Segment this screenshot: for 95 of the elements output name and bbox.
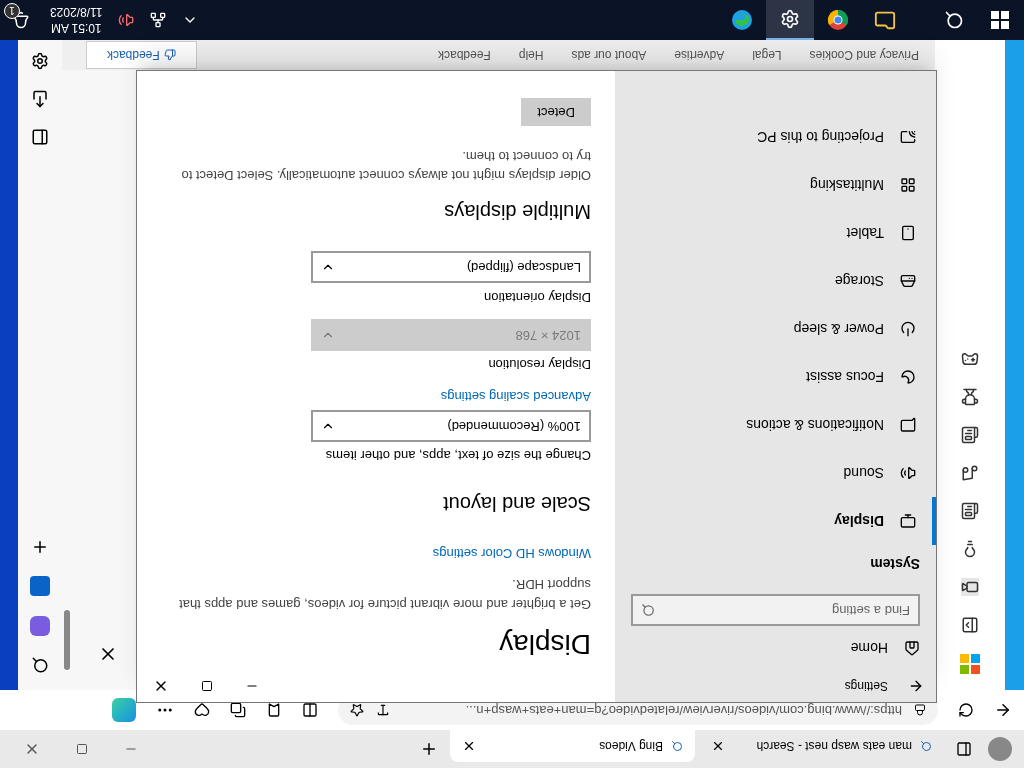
tab-actions-icon[interactable] xyxy=(956,741,972,757)
nav-item-icon xyxy=(900,321,916,337)
search-icon xyxy=(641,603,655,617)
maximize-icon[interactable] xyxy=(201,680,213,692)
settings-link[interactable]: Advanced scaling settings xyxy=(440,386,591,406)
nav-item-icon xyxy=(900,513,916,529)
search-icon xyxy=(671,740,683,752)
notification-badge: 1 xyxy=(4,3,20,19)
nav-item-icon xyxy=(900,129,916,145)
nav-item[interactable]: Focus assist xyxy=(615,353,936,401)
folder-icon[interactable] xyxy=(874,9,896,31)
browser-tab[interactable]: Bing Videos xyxy=(450,730,695,762)
setting-label: Change the size of text, apps, and other items xyxy=(324,447,591,466)
profile-avatar[interactable] xyxy=(988,737,1012,761)
collections-icon[interactable] xyxy=(230,702,246,718)
section-title: System xyxy=(869,555,921,574)
windows-logo-icon[interactable] xyxy=(991,11,1009,29)
chrome-icon[interactable] xyxy=(826,8,850,32)
maximize-icon[interactable] xyxy=(76,743,88,755)
sidebar-nav-icon[interactable] xyxy=(961,388,979,406)
section-heading: Scale and layout xyxy=(442,492,591,518)
feedback-button[interactable]: Feedback xyxy=(86,41,197,69)
settings-icon xyxy=(780,9,800,29)
detect-button[interactable]: Detect xyxy=(521,98,591,127)
sidebar-nav-icon[interactable] xyxy=(961,502,979,520)
share-icon[interactable] xyxy=(31,90,49,108)
footer-link[interactable]: Help xyxy=(518,46,544,64)
section-heading: Multiple displays xyxy=(443,200,591,226)
home-icon xyxy=(904,640,920,656)
home-link[interactable]: Home xyxy=(850,637,888,659)
footer-link[interactable]: Advertise xyxy=(674,46,725,64)
nav-item-icon xyxy=(900,177,916,193)
favorites-icon[interactable] xyxy=(266,702,282,718)
footer-link[interactable]: Legal xyxy=(752,46,782,64)
notifications-icon[interactable] xyxy=(12,11,30,29)
dropdown[interactable]: Landscape (flipped) xyxy=(311,251,591,284)
nav-item[interactable]: Projecting to this PC xyxy=(615,113,936,161)
scrollbar[interactable] xyxy=(64,610,70,670)
thumbs-up-icon xyxy=(163,49,176,61)
new-tab-icon[interactable] xyxy=(420,740,438,758)
network-icon[interactable] xyxy=(150,12,167,28)
essentials-icon[interactable] xyxy=(194,702,210,718)
sidebar-nav-icon[interactable] xyxy=(961,578,979,596)
footer-link[interactable]: About our ads xyxy=(571,46,647,64)
browser-logo-icon[interactable] xyxy=(730,8,754,32)
tab-title: Bing Videos xyxy=(598,738,663,755)
close-tab-icon[interactable] xyxy=(711,739,725,753)
nav-item-icon xyxy=(900,465,916,481)
nav-item[interactable]: Storage xyxy=(615,257,936,305)
search-icon[interactable] xyxy=(944,10,964,30)
dropdown[interactable]: 100% (Recommended) xyxy=(311,410,591,442)
sidebar-nav-icon[interactable] xyxy=(961,426,979,444)
clock-date[interactable]: 11/8/2023 xyxy=(50,4,103,20)
back-icon[interactable] xyxy=(908,678,924,694)
description-text: Older displays might not always connect automatically. Select Detect to try to connect to them. xyxy=(180,148,591,186)
muted-volume-icon[interactable] xyxy=(118,12,135,28)
tab-title: man eats wasp nest - Search xyxy=(755,738,912,755)
setting-label: Display orientation xyxy=(483,289,591,307)
sidebar-nav-icon[interactable] xyxy=(961,464,979,482)
setting-label: Display resolution xyxy=(487,356,591,375)
nav-item[interactable]: Display xyxy=(615,497,936,545)
footer-link[interactable]: Feedback xyxy=(438,46,491,64)
url-text: https://www.bing.com/videos/riverview/relatedvideo?q=man+eats+wasp+n... xyxy=(464,701,902,720)
nav-item[interactable]: Multitasking xyxy=(615,161,936,209)
close-tab-icon[interactable] xyxy=(462,739,476,753)
clock-time[interactable]: 10:51 AM xyxy=(50,20,102,36)
search-field[interactable]: Find a setting xyxy=(631,594,920,626)
active-app-tile[interactable] xyxy=(766,0,814,40)
split-screen-icon[interactable] xyxy=(302,702,318,718)
window-title: Settings xyxy=(844,678,888,695)
search-icon[interactable] xyxy=(31,656,49,674)
page-title: Display xyxy=(498,628,591,662)
nav-item[interactable]: Tablet xyxy=(615,209,936,257)
nav-item[interactable]: Power & sleep xyxy=(615,305,936,353)
footer-link[interactable]: Privacy and Cookies xyxy=(809,46,919,64)
sidebar-nav-icon[interactable] xyxy=(961,616,979,634)
back-icon[interactable] xyxy=(994,701,1012,719)
description-text: Get a brighter and more vibrant picture for videos, games and apps that support HDR. xyxy=(178,576,591,614)
search-icon xyxy=(920,740,932,752)
nav-item-icon xyxy=(900,225,916,241)
microsoft-logo-icon[interactable] xyxy=(960,654,980,674)
read-aloud-icon[interactable] xyxy=(376,703,390,717)
nav-item[interactable]: Sound xyxy=(615,449,936,497)
nav-item-icon xyxy=(900,417,916,433)
favorite-icon[interactable] xyxy=(350,703,364,717)
lock-icon xyxy=(914,704,926,716)
nav-item-icon xyxy=(900,369,916,385)
refresh-icon[interactable] xyxy=(958,702,974,718)
add-icon[interactable] xyxy=(31,538,49,556)
nav-item-icon xyxy=(900,273,916,289)
sidebar-toggle-icon[interactable] xyxy=(31,128,49,146)
settings-link[interactable]: Windows HD Color settings xyxy=(432,543,591,563)
nav-item[interactable]: Notifications & actions xyxy=(615,401,936,449)
sidebar-nav-icon[interactable] xyxy=(961,350,979,368)
settings-icon[interactable] xyxy=(31,52,49,70)
